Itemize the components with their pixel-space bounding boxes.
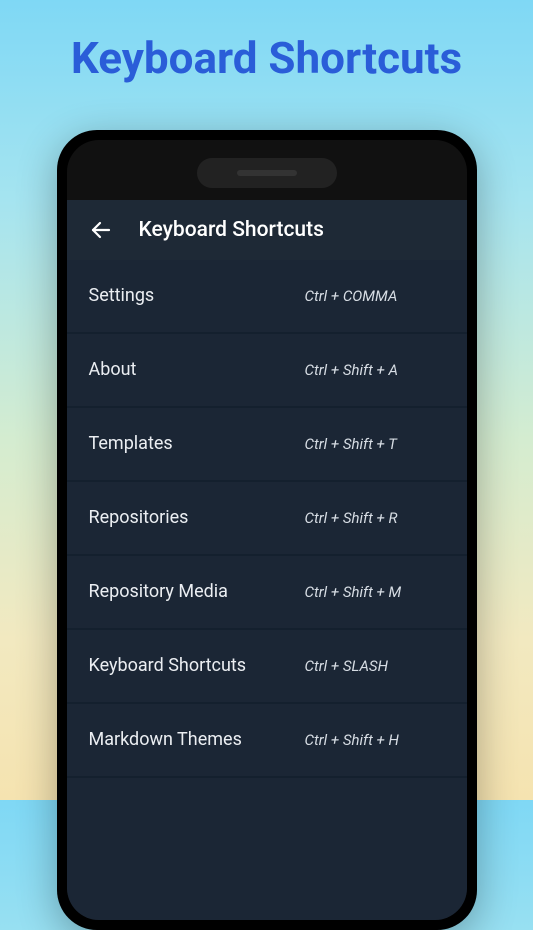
- shortcut-label: Repositories: [89, 507, 189, 530]
- shortcut-label: Repository Media: [89, 581, 228, 604]
- screen-title: Keyboard Shortcuts: [139, 218, 324, 242]
- phone-frame: Keyboard Shortcuts Settings Ctrl + COMMA A…: [57, 130, 477, 930]
- shortcut-keys: Ctrl + COMMA: [305, 287, 445, 305]
- shortcut-row[interactable]: Templates Ctrl + Shift + T: [67, 408, 467, 482]
- phone-inner: Keyboard Shortcuts Settings Ctrl + COMMA A…: [67, 140, 467, 920]
- shortcut-keys: Ctrl + SLASH: [305, 657, 445, 675]
- shortcut-keys: Ctrl + Shift + M: [305, 583, 445, 601]
- shortcut-keys: Ctrl + Shift + T: [305, 435, 445, 453]
- shortcut-row[interactable]: Settings Ctrl + COMMA: [67, 260, 467, 334]
- shortcut-row[interactable]: Keyboard Shortcuts Ctrl + SLASH: [67, 630, 467, 704]
- shortcut-row[interactable]: Repositories Ctrl + Shift + R: [67, 482, 467, 556]
- shortcut-row[interactable]: About Ctrl + Shift + A: [67, 334, 467, 408]
- back-button[interactable]: [81, 210, 121, 250]
- shortcut-label: About: [89, 359, 137, 382]
- shortcut-keys: Ctrl + Shift + H: [305, 731, 445, 749]
- promo-title: Keyboard Shortcuts: [0, 0, 533, 104]
- shortcut-label: Keyboard Shortcuts: [89, 655, 247, 678]
- app-screen: Keyboard Shortcuts Settings Ctrl + COMMA A…: [67, 200, 467, 920]
- phone-speaker: [197, 158, 337, 188]
- speaker-slit: [237, 170, 297, 176]
- shortcut-label: Settings: [89, 285, 155, 308]
- shortcut-list[interactable]: Settings Ctrl + COMMA About Ctrl + Shift + …: [67, 260, 467, 920]
- shortcut-label: Templates: [89, 433, 173, 456]
- shortcut-label: Markdown Themes: [89, 729, 242, 752]
- shortcut-row[interactable]: Markdown Themes Ctrl + Shift + H: [67, 704, 467, 778]
- app-bar: Keyboard Shortcuts: [67, 200, 467, 260]
- shortcut-row[interactable]: Repository Media Ctrl + Shift + M: [67, 556, 467, 630]
- arrow-left-icon: [89, 218, 113, 242]
- shortcut-keys: Ctrl + Shift + A: [305, 361, 445, 379]
- shortcut-keys: Ctrl + Shift + R: [305, 509, 445, 527]
